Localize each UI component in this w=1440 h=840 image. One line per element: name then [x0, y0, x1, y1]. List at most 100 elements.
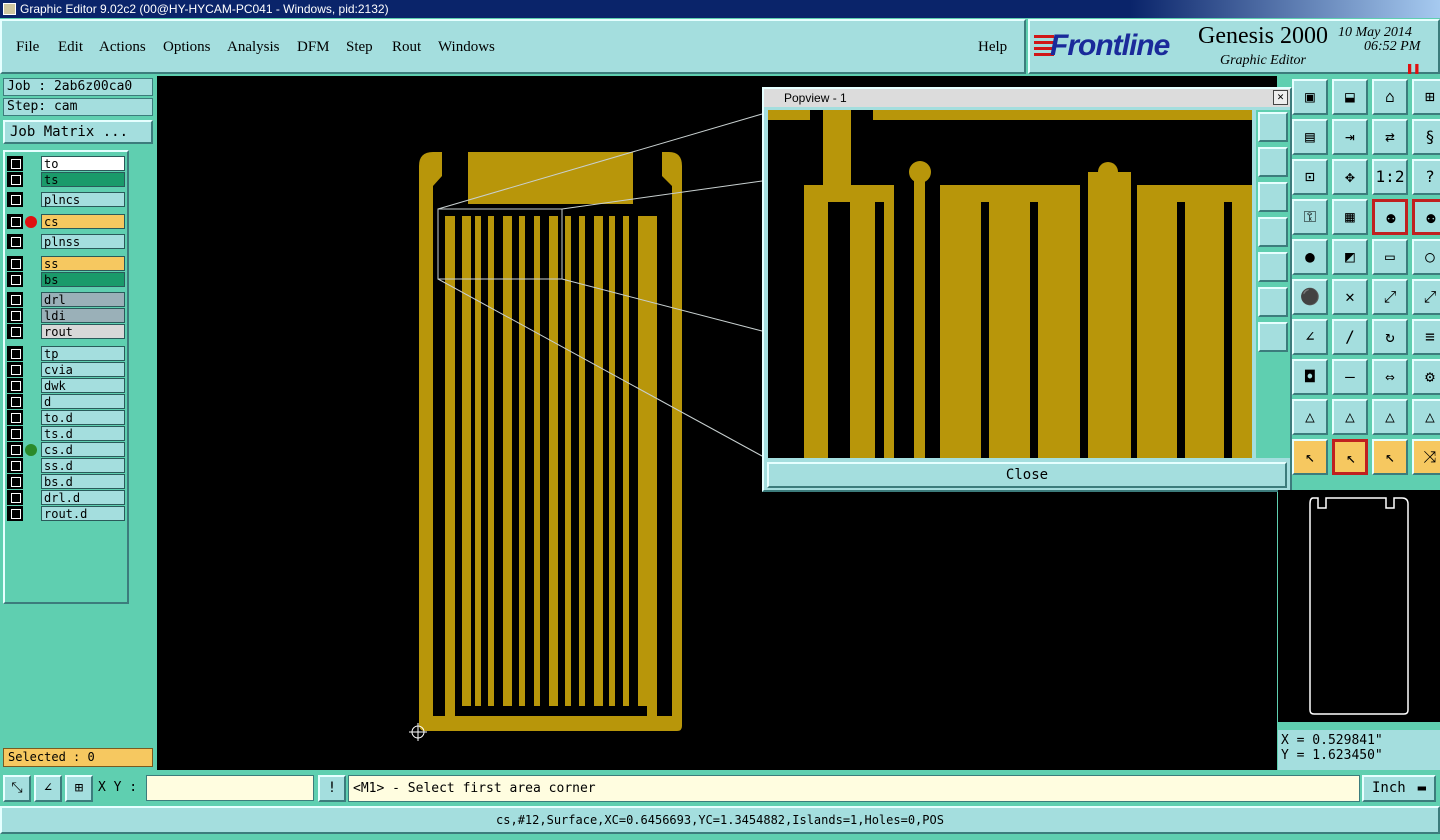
zoom-box-icon[interactable]: ⊡: [1292, 159, 1328, 195]
copy-layer-icon[interactable]: ▣: [1292, 79, 1328, 115]
popview-close-x-icon[interactable]: ✕: [1273, 90, 1288, 105]
alert-icon[interactable]: !: [318, 775, 346, 802]
layer-name[interactable]: cvia: [41, 362, 125, 377]
layer-checkbox[interactable]: [7, 308, 23, 323]
layer-checkbox[interactable]: [7, 214, 23, 229]
connect-icon[interactable]: ⤢: [1372, 279, 1408, 315]
layer-checkbox[interactable]: [7, 292, 23, 307]
menu-options[interactable]: Options: [163, 39, 211, 56]
select-box-icon[interactable]: ↖: [1332, 439, 1368, 475]
menu-dfm[interactable]: DFM: [297, 39, 330, 56]
layer-row[interactable]: drl: [7, 292, 125, 307]
snake-icon[interactable]: §: [1412, 119, 1440, 155]
layer-row[interactable]: plncs: [7, 192, 125, 207]
layer-checkbox[interactable]: [7, 256, 23, 271]
triangle-red-icon[interactable]: △: [1292, 399, 1328, 435]
menu-step[interactable]: Step: [346, 39, 373, 56]
edit-line-icon[interactable]: ∠: [1292, 319, 1328, 355]
shape-icon[interactable]: ⚙: [1412, 359, 1440, 395]
layer-row[interactable]: bs.d: [7, 474, 125, 489]
zoom-ratio-icon[interactable]: 1:2: [1372, 159, 1408, 195]
move-down-icon[interactable]: ⬓: [1332, 79, 1368, 115]
layer-name[interactable]: ts: [41, 172, 125, 187]
line-color-icon[interactable]: ◩: [1332, 239, 1368, 275]
layer-checkbox[interactable]: [7, 346, 23, 361]
measure-icon[interactable]: ⇔: [1372, 359, 1408, 395]
layer-row[interactable]: rout.d: [7, 506, 125, 521]
popview-pan-left-icon[interactable]: [1258, 217, 1288, 247]
layer-name[interactable]: tp: [41, 346, 125, 361]
home-icon[interactable]: ⌂: [1372, 79, 1408, 115]
layer-name[interactable]: plncs: [41, 192, 125, 207]
menu-analysis[interactable]: Analysis: [227, 39, 280, 56]
layer-name[interactable]: ss.d: [41, 458, 125, 473]
ruler-icon[interactable]: ▭: [1372, 239, 1408, 275]
layer-checkbox[interactable]: [7, 172, 23, 187]
layer-checkbox[interactable]: [7, 410, 23, 425]
bar-icon[interactable]: —: [1332, 359, 1368, 395]
layer-name[interactable]: ldi: [41, 308, 125, 323]
layer-name[interactable]: to: [41, 156, 125, 171]
popview-zoom-in-icon[interactable]: [1258, 287, 1288, 317]
layer-row[interactable]: rout: [7, 324, 125, 339]
layer-name[interactable]: ss: [41, 256, 125, 271]
zoom-center-icon[interactable]: ✥: [1332, 159, 1368, 195]
units-select[interactable]: Inch ▬: [1362, 775, 1436, 802]
layer-name[interactable]: bs.d: [41, 474, 125, 489]
undo-icon[interactable]: ▤: [1292, 119, 1328, 155]
layer-row[interactable]: ss.d: [7, 458, 125, 473]
popview-pan-right-icon[interactable]: [1258, 252, 1288, 282]
layer-row[interactable]: ldi: [7, 308, 125, 323]
layer-name[interactable]: cs: [41, 214, 125, 229]
pad-select-icon[interactable]: ○: [1412, 239, 1440, 275]
layer-name[interactable]: d: [41, 394, 125, 409]
layer-row[interactable]: to.d: [7, 410, 125, 425]
menu-help[interactable]: Help: [978, 39, 1007, 56]
layer-row[interactable]: dwk: [7, 378, 125, 393]
layer-name[interactable]: bs: [41, 272, 125, 287]
layer-checkbox[interactable]: [7, 506, 23, 521]
layer-name[interactable]: ts.d: [41, 426, 125, 441]
layer-checkbox[interactable]: [7, 362, 23, 377]
layer-row[interactable]: cs.d: [7, 442, 125, 457]
triangle-cross-icon[interactable]: △: [1412, 399, 1440, 435]
measure-mode-icon[interactable]: ∠: [34, 775, 62, 802]
swap-icon[interactable]: ⇄: [1372, 119, 1408, 155]
layer-row[interactable]: cs: [7, 214, 125, 229]
grid-icon[interactable]: ▦: [1332, 199, 1368, 235]
layer-checkbox[interactable]: [7, 474, 23, 489]
layer-row[interactable]: plnss: [7, 234, 125, 249]
layer-name[interactable]: drl.d: [41, 490, 125, 505]
triangle-outline-icon[interactable]: △: [1372, 399, 1408, 435]
menu-rout[interactable]: Rout: [392, 39, 421, 56]
layer-row[interactable]: cvia: [7, 362, 125, 377]
layer-checkbox[interactable]: [7, 426, 23, 441]
triangle-blue-icon[interactable]: △: [1332, 399, 1368, 435]
highlight-component-icon[interactable]: ⚉: [1412, 199, 1440, 235]
layer-checkbox[interactable]: [7, 156, 23, 171]
popview-canvas[interactable]: [768, 110, 1252, 458]
help-icon[interactable]: ?: [1412, 159, 1440, 195]
layer-row[interactable]: ts: [7, 172, 125, 187]
rotate-icon[interactable]: ↻: [1372, 319, 1408, 355]
layer-name[interactable]: rout: [41, 324, 125, 339]
layer-row[interactable]: d: [7, 394, 125, 409]
net-select-icon[interactable]: ⤨: [1412, 439, 1440, 475]
layer-name[interactable]: dwk: [41, 378, 125, 393]
select-arrow-icon[interactable]: ↖: [1292, 439, 1328, 475]
text-icon[interactable]: ≡: [1412, 319, 1440, 355]
grid-snap-icon[interactable]: ⊞: [65, 775, 93, 802]
layer-name[interactable]: cs.d: [41, 442, 125, 457]
menu-windows[interactable]: Windows: [438, 39, 495, 56]
popview-close-button[interactable]: Close: [767, 462, 1287, 488]
layer-row[interactable]: ss: [7, 256, 125, 271]
xy-input[interactable]: [146, 775, 314, 801]
menu-file[interactable]: File: [16, 39, 39, 56]
layer-row[interactable]: ts.d: [7, 426, 125, 441]
layer-checkbox[interactable]: [7, 234, 23, 249]
layer-checkbox[interactable]: [7, 324, 23, 339]
snap-mode-icon[interactable]: ⤡: [3, 775, 31, 802]
layer-row[interactable]: drl.d: [7, 490, 125, 505]
layer-row[interactable]: to: [7, 156, 125, 171]
draw-line-icon[interactable]: /: [1332, 319, 1368, 355]
